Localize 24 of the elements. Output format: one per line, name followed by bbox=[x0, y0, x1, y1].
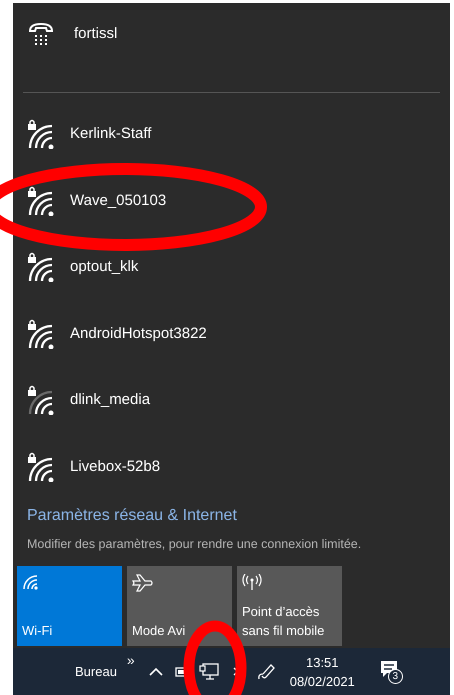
clock-date[interactable]: 08/02/2021 bbox=[290, 672, 355, 690]
toolbar-chevron[interactable]: » bbox=[126, 650, 135, 671]
phone-icon bbox=[27, 21, 55, 47]
network-name[interactable]: Wave_050103 bbox=[70, 190, 166, 212]
network-name[interactable]: Livebox-52b8 bbox=[70, 456, 160, 478]
notification-badge: 3 bbox=[388, 668, 403, 684]
network-name[interactable]: Kerlink-Staff bbox=[70, 123, 152, 146]
toolbar-label[interactable]: Bureau bbox=[75, 662, 117, 682]
airplane-icon bbox=[132, 574, 154, 592]
monitor-icon[interactable] bbox=[198, 662, 219, 680]
settings-link[interactable]: Paramètres réseau & Internet bbox=[27, 507, 237, 524]
settings-hint: Modifier des paramètres, pour rendre une connexion limitée. bbox=[27, 537, 362, 551]
network-name[interactable]: optout_klk bbox=[70, 256, 138, 278]
wifi-icon bbox=[22, 574, 38, 590]
vpn-name[interactable]: fortissl bbox=[74, 22, 118, 46]
quick-action-tile[interactable]: Wi-Fi bbox=[17, 566, 122, 646]
hotspot-icon bbox=[242, 574, 262, 590]
pen-icon[interactable] bbox=[256, 662, 276, 682]
network-name[interactable]: dlink_media bbox=[70, 389, 150, 412]
caret-icon[interactable] bbox=[148, 667, 163, 676]
clock-time[interactable]: 13:51 bbox=[306, 652, 339, 672]
quick-action-tile[interactable]: Mode Avi bbox=[127, 566, 232, 646]
quick-action-tile[interactable]: Point d’accès sans fil mobile bbox=[237, 566, 342, 646]
network-name[interactable]: AndroidHotspot3822 bbox=[70, 322, 207, 345]
